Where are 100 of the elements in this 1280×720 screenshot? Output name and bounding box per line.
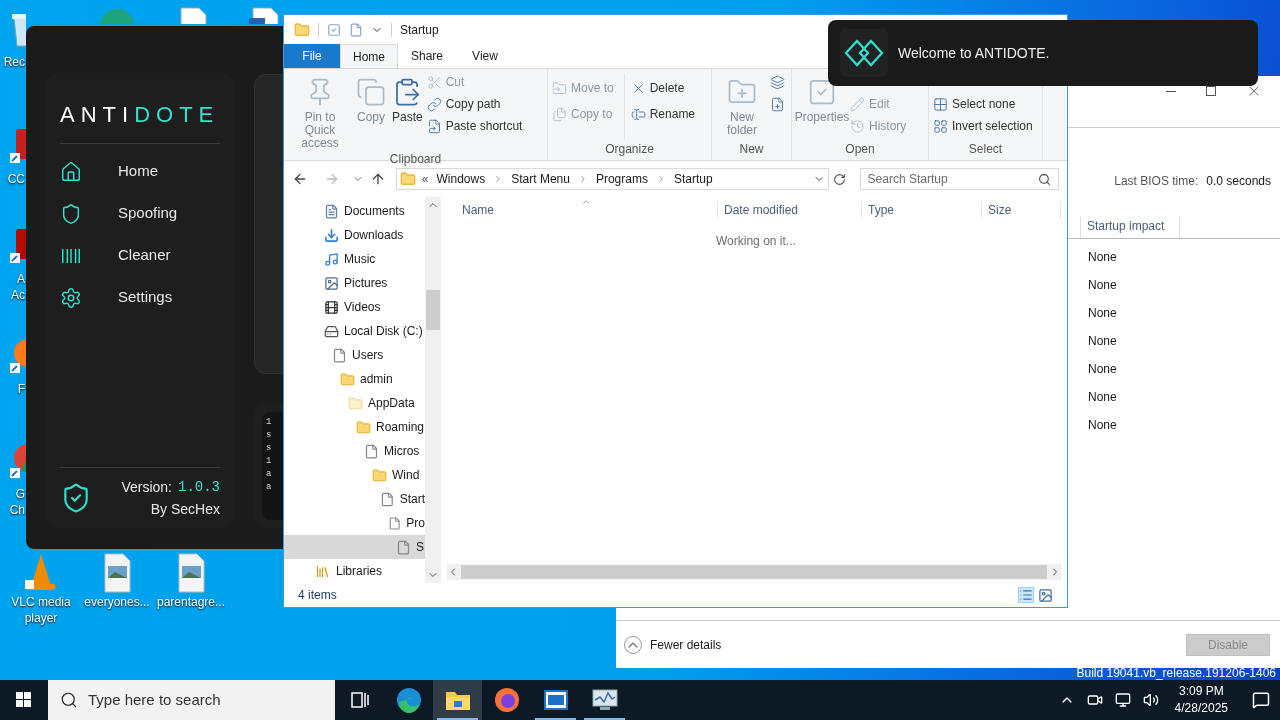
preview-view-icon[interactable]	[1038, 587, 1053, 603]
folder-icon	[399, 171, 416, 187]
tree-item[interactable]: Local Disk (C:)	[284, 319, 425, 343]
picture-icon	[324, 275, 339, 291]
tree-item[interactable]: Start	[284, 487, 425, 511]
icon-label: F	[17, 381, 25, 397]
group-label: Open	[844, 141, 876, 158]
taskbar-button[interactable]	[433, 680, 482, 720]
folder-icon	[356, 419, 371, 435]
library-icon	[315, 563, 330, 579]
ribbon-button[interactable]: Select none	[933, 95, 1033, 113]
minimize-icon[interactable]	[1166, 90, 1176, 92]
console-line: 1	[266, 416, 273, 429]
page-icon	[349, 23, 363, 37]
rename-icon	[630, 106, 646, 122]
icon-label: everyones...	[84, 594, 150, 610]
scrollbar[interactable]	[425, 197, 441, 583]
tree-item[interactable]: Users	[284, 343, 425, 367]
tree-item[interactable]: Wind	[284, 463, 425, 487]
nav-item[interactable]: Home	[60, 160, 220, 183]
tree-item[interactable]: Pro	[284, 511, 425, 535]
fewer-details-link[interactable]: Fewer details	[650, 635, 722, 654]
page-icon	[396, 539, 411, 555]
refresh-icon[interactable]	[832, 172, 846, 186]
icon-label: Rec	[3, 54, 25, 70]
tree-item[interactable]: Roaming	[284, 415, 425, 439]
tree-item[interactable]: Downloads	[284, 223, 425, 247]
tree-item[interactable]: Pictures	[284, 271, 425, 295]
taskbar-search-field[interactable]: Type here to search	[48, 680, 335, 720]
icon-label: CC	[7, 171, 25, 187]
address-bar[interactable]: « Windows Start Menu Programs Startup	[395, 168, 829, 190]
console-line: a	[266, 481, 273, 494]
scroll-thumb[interactable]	[461, 565, 1047, 579]
column-header[interactable]: Size	[981, 201, 1061, 219]
history-icon	[850, 118, 865, 134]
column-header[interactable]: Name	[441, 201, 717, 219]
document-icon	[324, 203, 339, 219]
scissors-icon	[426, 74, 442, 90]
tree-item[interactable]: S	[284, 535, 425, 559]
ribbon-button[interactable]	[770, 95, 785, 113]
ribbon-button[interactable]: Paste	[390, 73, 425, 150]
tree-item[interactable]: AppData	[284, 391, 425, 415]
scrollbar[interactable]	[447, 564, 1061, 580]
console-line: s	[266, 442, 273, 455]
window-icon	[543, 690, 568, 710]
nav-item[interactable]: Spoofing	[60, 202, 220, 225]
breadcrumb[interactable]: Start Menu	[509, 170, 572, 188]
breadcrumb[interactable]: Programs	[593, 170, 650, 188]
table-cell-text: None	[1088, 249, 1118, 266]
column-header[interactable]: Date modified	[717, 201, 861, 219]
notification-icon[interactable]	[1252, 691, 1270, 709]
ribbon-tab[interactable]: Home	[340, 44, 398, 68]
camera-icon[interactable]	[1086, 692, 1103, 708]
breadcrumb[interactable]: Windows	[434, 170, 488, 188]
breadcrumb-overflow[interactable]: «	[421, 170, 429, 188]
details-view-icon[interactable]	[1018, 587, 1034, 603]
icon-label: Ch	[9, 502, 25, 518]
ribbon-button[interactable]: Copy path	[426, 95, 523, 113]
nav-item[interactable]: Settings	[60, 286, 220, 309]
ribbon-tab[interactable]: Share	[398, 44, 456, 68]
ribbon-button[interactable]: Paste shortcut	[426, 117, 523, 135]
volume-icon[interactable]	[1142, 692, 1159, 708]
window-title: Startup	[400, 22, 439, 39]
download-icon	[324, 227, 339, 243]
copy-icon	[356, 77, 386, 107]
ribbon-button[interactable]: Invert selection	[933, 117, 1033, 135]
film-icon	[324, 299, 339, 315]
network-icon[interactable]	[1114, 692, 1131, 708]
tree-item[interactable]: Documents	[284, 199, 425, 223]
folder-icon	[340, 371, 355, 387]
toast-message: Welcome to ANTIDOTE.	[898, 43, 1050, 63]
nav-item[interactable]: Cleaner	[60, 244, 220, 267]
task-manager-icon	[591, 688, 618, 712]
ribbon-tab[interactable]: File	[284, 44, 340, 68]
ribbon-button[interactable]: Delete	[630, 79, 696, 97]
back-icon[interactable]	[292, 171, 308, 187]
task-view-icon	[349, 691, 370, 709]
tree-item[interactable]: Videos	[284, 295, 425, 319]
tree-item[interactable]: Music	[284, 247, 425, 271]
settings-icon	[60, 286, 82, 309]
table-cell-text: None	[1088, 417, 1118, 434]
clock[interactable]: 3:09 PM 4/28/2025	[1170, 683, 1232, 717]
search-field[interactable]: Search Startup	[859, 168, 1059, 190]
tree-item[interactable]: Micros	[284, 439, 425, 463]
tree-item[interactable]: admin	[284, 367, 425, 391]
table-cell-text: None	[1088, 389, 1118, 406]
ribbon-button[interactable]	[770, 73, 785, 91]
page-icon	[388, 515, 402, 531]
maximize-icon[interactable]	[1206, 86, 1216, 96]
ribbon-button[interactable]: Rename	[630, 105, 696, 123]
icon-label: G	[15, 486, 25, 502]
column-header[interactable]: Startup impact	[1080, 217, 1180, 238]
column-header[interactable]: Type	[861, 201, 981, 219]
page-icon	[364, 443, 379, 459]
breadcrumb[interactable]: Startup	[671, 170, 715, 188]
folder-icon	[348, 395, 363, 411]
ribbon-tab[interactable]: View	[456, 44, 514, 68]
page-icon	[332, 347, 347, 363]
tree-item[interactable]: Libraries	[284, 559, 425, 583]
scroll-thumb[interactable]	[426, 290, 440, 330]
